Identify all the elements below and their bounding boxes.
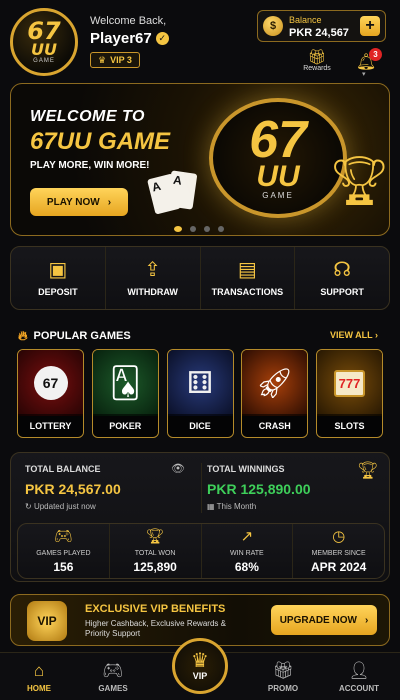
balance-label: Balance	[289, 15, 322, 25]
vip-benefits-description: Higher Cashback, Exclusive Rewards & Pri…	[85, 619, 226, 638]
trend-up-icon: ↗	[240, 527, 254, 545]
gift-icon: 🎁︎	[307, 49, 327, 66]
notification-count-badge: 3	[369, 48, 382, 61]
game-tile-lottery[interactable]: 67 LOTTERY	[17, 349, 84, 438]
member-since-metric: ◷ MEMBER SINCE APR 2024	[310, 527, 367, 574]
refresh-icon: ↻	[25, 502, 32, 511]
total-winnings-section: TOTAL WINNINGS 🏆︎ PKR 125,890.00 ▦ This …	[207, 453, 387, 519]
trophy-icon: 🏆︎	[329, 155, 390, 208]
playing-cards-icon: 🂡	[92, 350, 158, 416]
support-button[interactable]: ☊ SUPPORT	[295, 247, 389, 309]
banner-line2: 67UU GAME	[30, 128, 171, 155]
carousel-indicator[interactable]	[174, 226, 224, 232]
total-won-metric: 🏆︎ TOTAL WON 125,890	[110, 524, 202, 578]
username-label: Player67	[90, 30, 152, 47]
promo-banner[interactable]: WELCOME TO 67UU GAME PLAY MORE, WIN MORE…	[10, 83, 390, 236]
fire-icon: 🔥︎	[18, 328, 28, 343]
gamepad-icon: 🎮︎	[102, 660, 124, 680]
rewards-label: Rewards	[303, 65, 331, 72]
header: 67 UU GAME Welcome Back, Player67 ✓ ♛ VI…	[0, 0, 400, 80]
username: Player67 ✓	[90, 30, 169, 47]
carousel-dot[interactable]	[190, 226, 196, 232]
total-balance-label: TOTAL BALANCE	[25, 464, 101, 474]
balance-value: PKR 24,567	[289, 27, 349, 39]
updated-status: ↻ Updated just now	[25, 502, 96, 511]
game-tile-slots[interactable]: 777 SLOTS	[316, 349, 383, 438]
brand-logo[interactable]: 67 UU GAME	[10, 8, 78, 76]
win-rate-metric: ↗ WIN RATE 68%	[202, 524, 294, 578]
winnings-period: ▦ This Month	[207, 502, 257, 511]
calendar-icon: ▦	[207, 502, 215, 511]
metrics-row: 🎮︎ GAMES PLAYED 156 🏆︎ TOTAL WON 125,890…	[17, 523, 385, 579]
rocket-icon: 🚀︎	[242, 350, 308, 416]
transactions-button[interactable]: ▤ TRANSACTIONS	[201, 247, 296, 309]
vip-level-badge[interactable]: ♛ VIP 3	[90, 52, 140, 68]
play-now-label: PLAY NOW	[46, 196, 100, 208]
welcome-text: Welcome Back,	[90, 15, 167, 27]
carousel-dot[interactable]	[204, 226, 210, 232]
playing-cards-image: A A	[147, 170, 201, 216]
lottery-ball: 67	[33, 366, 68, 400]
user-icon: 👤︎	[348, 660, 370, 680]
withdraw-button[interactable]: ⇪ WITHDRAW	[106, 247, 201, 309]
nav-account[interactable]: 👤︎ ACCOUNT	[324, 653, 394, 700]
vip-benefits-title: EXCLUSIVE VIP BENEFITS	[85, 603, 226, 615]
game-tile-crash[interactable]: 🚀︎ CRASH	[241, 349, 309, 438]
trophy-icon: 🏆︎	[357, 461, 379, 480]
chevron-right-icon: ›	[364, 614, 369, 626]
headset-icon: ☊	[333, 259, 351, 281]
carousel-dot[interactable]	[174, 226, 182, 232]
carousel-dot[interactable]	[218, 226, 224, 232]
game-emblem-logo: 67 UU GAME	[209, 98, 347, 218]
upload-icon: ⇪	[144, 259, 161, 281]
upgrade-now-button[interactable]: UPGRADE NOW ›	[271, 605, 377, 635]
chevron-down-icon: ▾	[362, 71, 366, 78]
home-icon: ⌂	[33, 660, 45, 680]
gift-icon: 🎁︎	[272, 660, 294, 680]
game-tile-dice[interactable]: ⚅ DICE	[166, 349, 234, 438]
nav-promo[interactable]: 🎁︎ PROMO	[248, 653, 318, 700]
deposit-button[interactable]: ▣ DEPOSIT	[11, 247, 106, 309]
add-funds-button[interactable]: +	[360, 16, 380, 36]
quick-actions: ▣ DEPOSIT ⇪ WITHDRAW ▤ TRANSACTIONS ☊ SU…	[10, 246, 390, 310]
trophy-icon: 🏆︎	[145, 527, 165, 545]
playing-card: A	[166, 170, 198, 210]
slot-reels: 777	[333, 369, 366, 397]
coin-icon: $	[263, 16, 283, 36]
nav-home[interactable]: ⌂ HOME	[4, 653, 74, 700]
crown-icon: ♛	[98, 54, 107, 65]
verified-check-icon: ✓	[155, 32, 169, 45]
banner-line1: WELCOME TO	[30, 108, 145, 125]
dice-icon: ⚅	[167, 350, 233, 416]
divider	[201, 463, 202, 513]
popular-games-list: 67 LOTTERY 🂡 POKER ⚅ DICE 🚀︎ CRASH 777 S…	[17, 349, 383, 438]
popular-games-title: 🔥︎ POPULAR GAMES	[18, 328, 131, 343]
vip-shield-icon: VIP	[27, 601, 67, 641]
slot-machine-image: 777	[317, 350, 382, 416]
total-winnings-value: PKR 125,890.00	[207, 481, 311, 497]
clipboard-icon: ▤	[237, 259, 257, 281]
total-balance-value: PKR 24,567.00	[25, 481, 121, 497]
view-all-link[interactable]: VIEW ALL ›	[330, 330, 378, 340]
clock-icon: ◷	[332, 527, 346, 545]
chevron-right-icon: ›	[107, 196, 112, 208]
total-balance-section: TOTAL BALANCE 👁︎ PKR 24,567.00 ↻ Updated…	[25, 453, 195, 519]
games-played-metric: 🎮︎ GAMES PLAYED 156	[18, 524, 110, 578]
balance-box: $ Balance PKR 24,567 +	[257, 10, 386, 42]
gamepad-icon: 🎮︎	[53, 527, 73, 545]
eye-icon[interactable]: 👁︎	[171, 462, 185, 475]
nav-vip[interactable]: ♛ VIP	[172, 638, 228, 694]
notifications-button[interactable]: 🔔︎ 3 ▾	[354, 48, 382, 78]
game-tile-poker[interactable]: 🂡 POKER	[91, 349, 159, 438]
banner-tagline: PLAY MORE, WIN MORE!	[30, 160, 150, 171]
vip-level-label: VIP 3	[110, 55, 132, 65]
wallet-icon: ▣	[48, 259, 68, 281]
nav-games[interactable]: 🎮︎ GAMES	[78, 653, 148, 700]
total-winnings-label: TOTAL WINNINGS	[207, 464, 285, 474]
lottery-balls-image: 67	[18, 350, 83, 416]
play-now-button[interactable]: PLAY NOW ›	[30, 188, 128, 216]
rewards-button[interactable]: 🎁︎ Rewards	[300, 50, 334, 72]
crown-icon: ♛	[191, 650, 209, 672]
account-stats-card: TOTAL BALANCE 👁︎ PKR 24,567.00 ↻ Updated…	[10, 452, 390, 582]
